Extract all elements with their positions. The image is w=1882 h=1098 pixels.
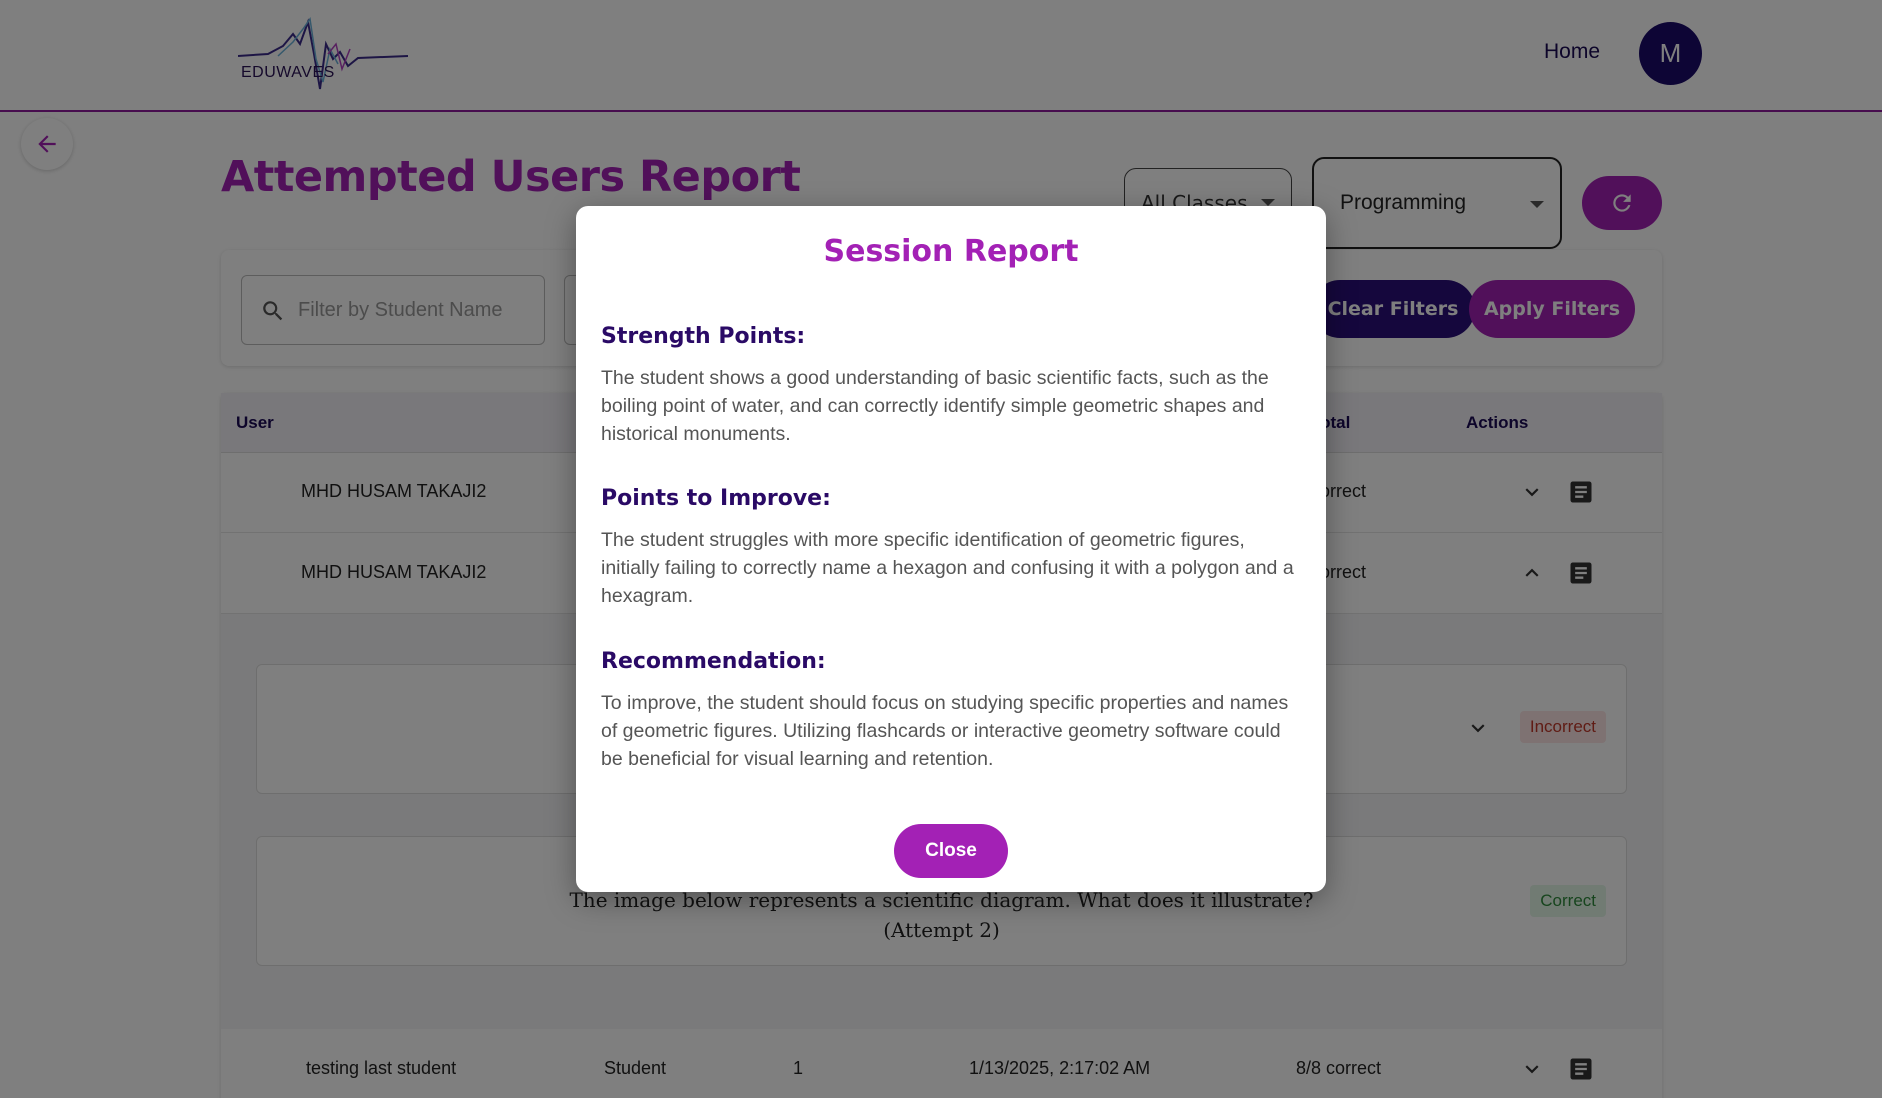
modal-title: Session Report xyxy=(823,234,1079,269)
points-to-improve-text: The student struggles with more specific… xyxy=(601,529,1294,607)
recommendation-heading: Recommendation: xyxy=(601,649,826,674)
strength-points-text: The student shows a good understanding o… xyxy=(601,367,1269,445)
recommendation-text: To improve, the student should focus on … xyxy=(601,692,1289,770)
points-to-improve-heading: Points to Improve: xyxy=(601,486,831,511)
close-button[interactable]: Close xyxy=(894,824,1008,878)
strength-points-heading: Strength Points: xyxy=(601,324,806,349)
session-report-modal: Session Report Strength Points: The stud… xyxy=(576,206,1326,892)
